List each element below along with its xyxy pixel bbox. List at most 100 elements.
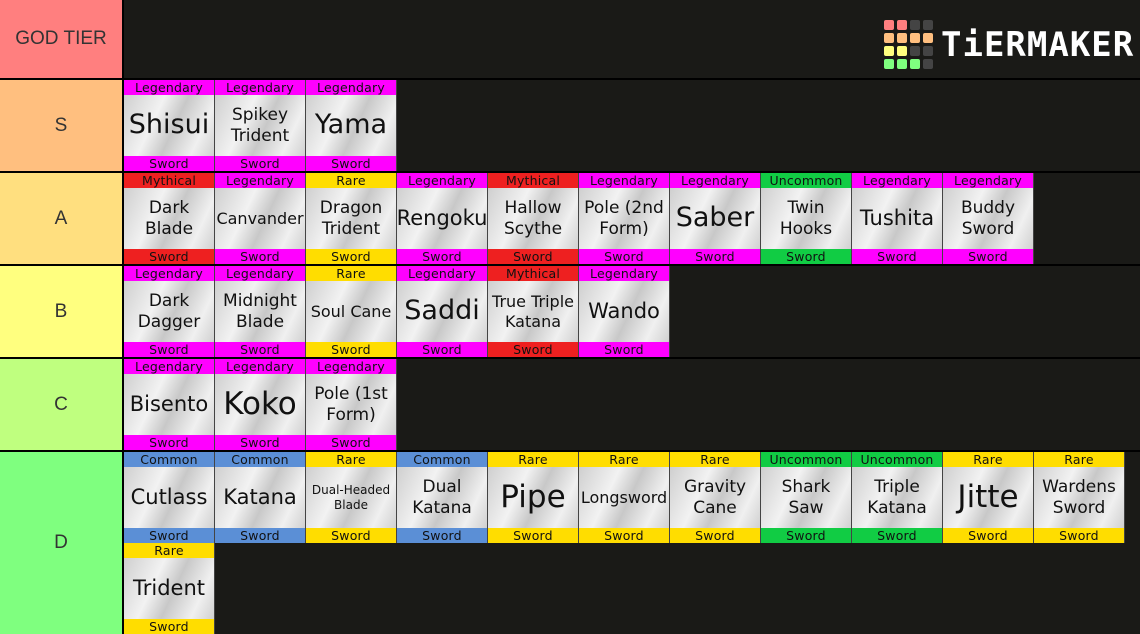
item-name: Shark Saw — [761, 467, 851, 528]
tier-item-card[interactable]: Uncommon Shark Saw Sword — [761, 452, 852, 543]
tier-item-card[interactable]: Rare Trident Sword — [124, 543, 215, 634]
item-type: Sword — [852, 528, 942, 543]
tier-item-card[interactable]: Uncommon Twin Hooks Sword — [761, 173, 852, 264]
tier-row: A Mythical Dark Blade Sword Legendary Canvand… — [0, 171, 1140, 264]
tier-label[interactable]: GOD TIER — [0, 0, 124, 78]
item-name: Tushita — [852, 188, 942, 249]
tier-item-card[interactable]: Legendary Pole (2nd Form) Sword — [579, 173, 670, 264]
tier-item-card[interactable]: Legendary Rengoku Sword — [397, 173, 488, 264]
item-rarity: Legendary — [124, 80, 214, 95]
logo-grid-cell — [910, 59, 920, 69]
tier-items: Legendary Dark Dagger Sword Legendary Midnig… — [124, 266, 1140, 357]
item-type: Sword — [943, 249, 1033, 264]
tier-item-card[interactable]: Legendary Yama Sword — [306, 80, 397, 171]
tier-item-card[interactable]: Mythical Hallow Scythe Sword — [488, 173, 579, 264]
tier-item-card[interactable]: Legendary Saddi Sword — [397, 266, 488, 357]
item-type: Sword — [215, 342, 305, 357]
tier-label[interactable]: A — [0, 173, 124, 264]
tier-item-card[interactable]: Legendary Buddy Sword Sword — [943, 173, 1034, 264]
item-name: Pole (2nd Form) — [579, 188, 669, 249]
logo-grid-cell — [923, 20, 933, 30]
tier-item-card[interactable]: Legendary Wando Sword — [579, 266, 670, 357]
tier-label[interactable]: C — [0, 359, 124, 450]
item-type: Sword — [397, 528, 487, 543]
item-name: Shisui — [124, 95, 214, 156]
logo-grid-cell — [897, 46, 907, 56]
tier-item-card[interactable]: Mythical True Triple Katana Sword — [488, 266, 579, 357]
item-name: Gravity Cane — [670, 467, 760, 528]
tier-item-card[interactable]: Mythical Dark Blade Sword — [124, 173, 215, 264]
item-name: Dark Blade — [124, 188, 214, 249]
item-rarity: Mythical — [124, 173, 214, 188]
tier-label[interactable]: D — [0, 452, 124, 634]
tier-item-card[interactable]: Legendary Saber Sword — [670, 173, 761, 264]
item-type: Sword — [488, 249, 578, 264]
item-type: Sword — [215, 528, 305, 543]
tier-items: Common Cutlass Sword Common Katana Sword Rare D… — [124, 452, 1140, 634]
logo-grid-cell — [897, 33, 907, 43]
item-rarity: Rare — [306, 266, 396, 281]
logo-grid-cell — [897, 20, 907, 30]
item-type: Sword — [306, 435, 396, 450]
item-type: Sword — [397, 249, 487, 264]
item-type: Sword — [761, 528, 851, 543]
item-rarity: Legendary — [124, 266, 214, 281]
item-name: Saddi — [397, 281, 487, 342]
tier-item-card[interactable]: Common Katana Sword — [215, 452, 306, 543]
tier-item-card[interactable]: Uncommon Triple Katana Sword — [852, 452, 943, 543]
tier-label[interactable]: S — [0, 80, 124, 171]
item-type: Sword — [215, 435, 305, 450]
tier-items: Mythical Dark Blade Sword Legendary Canvande… — [124, 173, 1140, 264]
item-rarity: Rare — [306, 173, 396, 188]
tier-item-card[interactable]: Rare Wardens Sword Sword — [1034, 452, 1125, 543]
item-name: Wardens Sword — [1034, 467, 1124, 528]
item-type: Sword — [215, 249, 305, 264]
logo-grid-cell — [910, 20, 920, 30]
tier-item-card[interactable]: Legendary Bisento Sword — [124, 359, 215, 450]
item-name: Twin Hooks — [761, 188, 851, 249]
tier-item-card[interactable]: Common Dual Katana Sword — [397, 452, 488, 543]
tier-item-card[interactable]: Legendary Midnight Blade Sword — [215, 266, 306, 357]
tier-item-card[interactable]: Rare Dual-Headed Blade Sword — [306, 452, 397, 543]
item-rarity: Rare — [1034, 452, 1124, 467]
tier-item-card[interactable]: Legendary Tushita Sword — [852, 173, 943, 264]
logo-grid-cell — [884, 59, 894, 69]
tier-item-card[interactable]: Rare Pipe Sword — [488, 452, 579, 543]
item-name: Pipe — [488, 467, 578, 528]
item-type: Sword — [124, 528, 214, 543]
tier-label[interactable]: B — [0, 266, 124, 357]
tier-item-card[interactable]: Legendary Shisui Sword — [124, 80, 215, 171]
tier-item-card[interactable]: Common Cutlass Sword — [124, 452, 215, 543]
item-rarity: Rare — [488, 452, 578, 467]
item-rarity: Uncommon — [761, 173, 851, 188]
item-rarity: Legendary — [306, 359, 396, 374]
tier-item-card[interactable]: Legendary Koko Sword — [215, 359, 306, 450]
tier-item-card[interactable]: Rare Soul Cane Sword — [306, 266, 397, 357]
item-rarity: Legendary — [397, 266, 487, 281]
item-type: Sword — [124, 156, 214, 171]
item-rarity: Rare — [579, 452, 669, 467]
tier-item-card[interactable]: Legendary Canvander Sword — [215, 173, 306, 264]
item-name: Longsword — [579, 467, 669, 528]
item-type: Sword — [124, 249, 214, 264]
tiermaker-logo[interactable]: TiERMAKER — [884, 20, 1134, 69]
logo-grid-cell — [884, 46, 894, 56]
tier-item-card[interactable]: Legendary Spikey Trident Sword — [215, 80, 306, 171]
tier-item-card[interactable]: Legendary Dark Dagger Sword — [124, 266, 215, 357]
logo-grid-cell — [884, 33, 894, 43]
item-rarity: Uncommon — [852, 452, 942, 467]
tier-row: D Common Cutlass Sword Common Katana Sword Rare… — [0, 450, 1140, 634]
item-name: Saber — [670, 188, 760, 249]
tier-items: Legendary Shisui Sword Legendary Spikey Trid… — [124, 80, 1140, 171]
item-rarity: Legendary — [579, 266, 669, 281]
tier-item-card[interactable]: Rare Longsword Sword — [579, 452, 670, 543]
item-type: Sword — [761, 249, 851, 264]
tier-item-card[interactable]: Rare Jitte Sword — [943, 452, 1034, 543]
tier-item-card[interactable]: Rare Gravity Cane Sword — [670, 452, 761, 543]
item-name: Midnight Blade — [215, 281, 305, 342]
tier-item-card[interactable]: Legendary Pole (1st Form) Sword — [306, 359, 397, 450]
item-name: True Triple Katana — [488, 281, 578, 342]
tier-item-card[interactable]: Rare Dragon Trident Sword — [306, 173, 397, 264]
item-type: Sword — [488, 342, 578, 357]
item-name: Soul Cane — [306, 281, 396, 342]
